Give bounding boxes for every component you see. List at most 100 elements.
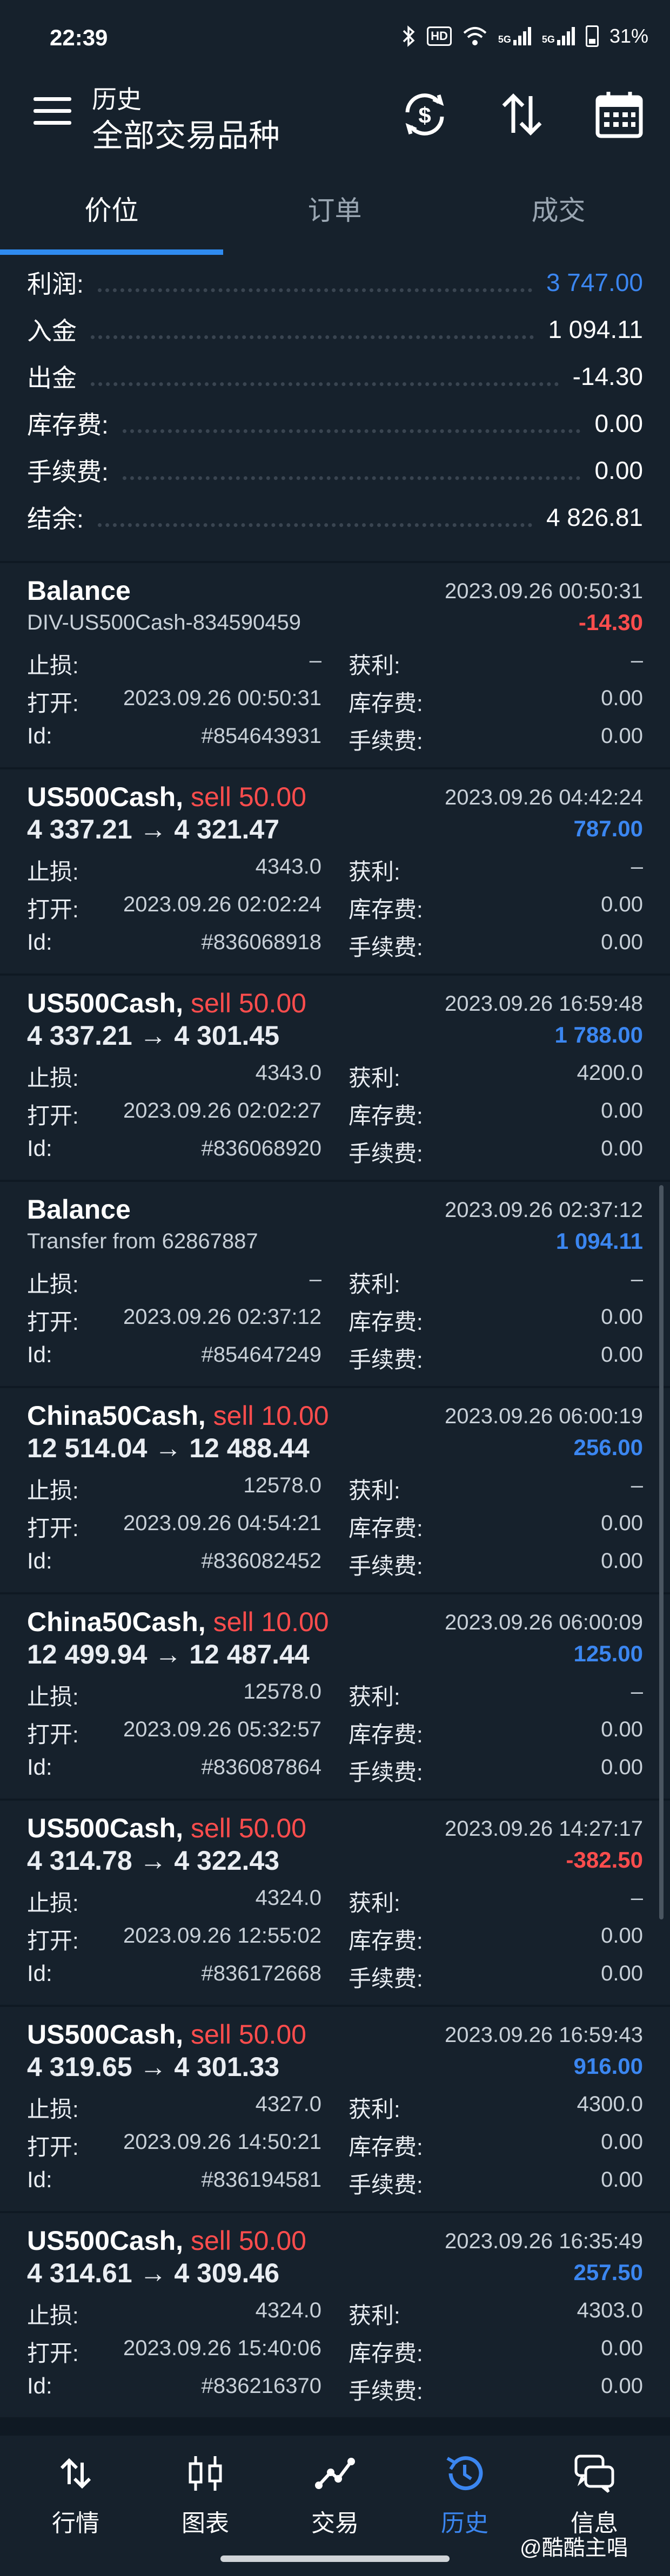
value-tp: 4300.0 xyxy=(577,2092,643,2116)
value-fee: 0.00 xyxy=(601,1755,643,1779)
deal-card[interactable]: Balance Transfer from 62867887 2023.09.26 … xyxy=(0,1182,670,1386)
status-time: 22:39 xyxy=(50,25,108,50)
label-sl: 止损: xyxy=(27,1272,79,1297)
nav-chart[interactable]: 图表 xyxy=(138,2436,272,2576)
nav-history[interactable]: 历史 xyxy=(398,2436,532,2576)
label-fee: 手续费: xyxy=(349,2378,423,2404)
label-swap: 库存费: xyxy=(349,2341,423,2366)
deal-profit: 125.00 xyxy=(573,1641,643,1666)
deal-card[interactable]: Balance DIV-US500Cash-834590459 2023.09.26… xyxy=(0,563,670,767)
label-fee: 手续费: xyxy=(349,728,423,754)
symbol-name: US500Cash, xyxy=(27,2226,184,2256)
value-id: #836216370 xyxy=(201,2374,321,2398)
deal-side: sell 50.00 xyxy=(190,1813,306,1843)
tab-positions[interactable]: 价位 xyxy=(0,159,223,258)
status-bar: 22:39 HD 5G 5G 31% xyxy=(0,0,670,76)
deal-card[interactable]: US500Cash, sell 50.00 4 314.78 → 4 322.43… xyxy=(0,1801,670,2005)
deal-time: 2023.09.26 06:00:19 xyxy=(444,1404,643,1428)
deal-side: sell 10.00 xyxy=(213,1401,329,1431)
label-swap: 库存费: xyxy=(349,1722,423,1747)
deal-time: 2023.09.26 02:37:12 xyxy=(444,1198,643,1222)
value-swap: 0.00 xyxy=(601,2130,643,2154)
label-id: Id: xyxy=(27,1754,52,1780)
calendar-icon[interactable] xyxy=(592,87,646,141)
summary-value: -14.30 xyxy=(572,362,643,390)
deal-card[interactable]: US500Cash, sell 50.00 4 314.61 → 4 309.46… xyxy=(0,2213,670,2417)
label-open: 打开: xyxy=(27,2134,79,2160)
nav-label-chart: 图表 xyxy=(182,2510,229,2537)
summary-label: 结余: xyxy=(27,505,84,533)
deal-profit: 256.00 xyxy=(573,1435,643,1460)
label-sl: 止损: xyxy=(27,859,79,884)
deal-side: sell 50.00 xyxy=(190,2019,306,2050)
network-type-label-2: 5G xyxy=(541,34,555,45)
deal-symbol: China50Cash, sell 10.00 xyxy=(27,1400,329,1431)
chart-icon xyxy=(189,2456,222,2491)
label-open: 打开: xyxy=(27,2341,79,2366)
currency-sync-icon[interactable]: $ xyxy=(398,87,452,141)
symbol-name: US500Cash, xyxy=(27,782,184,812)
label-swap: 库存费: xyxy=(349,691,423,716)
active-tab-indicator xyxy=(0,249,223,255)
value-open: 2023.09.26 02:02:27 xyxy=(123,1099,321,1123)
label-swap: 库存费: xyxy=(349,2134,423,2160)
value-swap: 0.00 xyxy=(601,1511,643,1535)
deal-card[interactable]: US500Cash, sell 50.00 4 319.65 → 4 301.33… xyxy=(0,2007,670,2211)
messages-icon xyxy=(574,2455,614,2493)
nav-trade[interactable]: 交易 xyxy=(268,2436,402,2576)
deal-time: 2023.09.26 00:50:31 xyxy=(444,579,643,603)
deal-side: sell 50.00 xyxy=(190,988,306,1018)
value-swap: 0.00 xyxy=(601,893,643,916)
summary-panel: 利润: 3 747.00 入金 1 094.11 出金 -14.30 库存费: 0.00 手续费… xyxy=(0,258,670,561)
bluetooth-icon xyxy=(403,25,415,47)
hd-badge: HD xyxy=(427,26,452,46)
label-sl: 止损: xyxy=(27,2303,79,2328)
symbol-name: Balance xyxy=(27,1194,131,1225)
signal-icon: 5G xyxy=(498,27,531,45)
home-indicator[interactable] xyxy=(220,2555,450,2562)
value-tp: 4200.0 xyxy=(577,1061,643,1085)
value-open: 2023.09.26 02:37:12 xyxy=(123,1305,321,1329)
summary-label: 手续费: xyxy=(27,458,109,486)
value-fee: 0.00 xyxy=(601,1343,643,1367)
summary-row: 结余: 4 826.81 xyxy=(27,496,643,539)
deal-card[interactable]: China50Cash, sell 10.00 12 499.94 → 12 48… xyxy=(0,1594,670,1799)
menu-icon[interactable] xyxy=(34,97,71,130)
scrollbar[interactable] xyxy=(659,1185,664,1919)
deal-card[interactable]: US500Cash, sell 50.00 4 337.21 → 4 301.45… xyxy=(0,976,670,1180)
label-sl: 止损: xyxy=(27,1065,79,1091)
label-swap: 库存费: xyxy=(349,1516,423,1541)
label-sl: 止损: xyxy=(27,1478,79,1503)
deal-symbol: Balance xyxy=(27,575,131,606)
symbol-filter[interactable]: 全部交易品种 xyxy=(92,110,280,155)
value-fee: 0.00 xyxy=(601,930,643,954)
summary-row: 出金 -14.30 xyxy=(27,355,643,398)
label-fee: 手续费: xyxy=(349,1347,423,1372)
symbol-name: Balance xyxy=(27,576,131,606)
deal-time: 2023.09.26 16:59:48 xyxy=(444,992,643,1016)
symbol-name: US500Cash, xyxy=(27,1813,184,1843)
deal-time: 2023.09.26 14:27:17 xyxy=(444,1817,643,1841)
deal-card[interactable]: US500Cash, sell 50.00 4 337.21 → 4 321.47… xyxy=(0,769,670,973)
summary-value: 0.00 xyxy=(594,409,643,437)
deal-prices: 4 314.61 → 4 309.46 xyxy=(27,2258,280,2288)
tab-deals[interactable]: 成交 xyxy=(447,159,670,258)
deal-side: sell 10.00 xyxy=(213,1607,329,1637)
nav-quotes[interactable]: 行情 xyxy=(9,2436,143,2576)
deal-card[interactable]: China50Cash, sell 10.00 12 514.04 → 12 48… xyxy=(0,1388,670,1592)
summary-row: 库存费: 0.00 xyxy=(27,402,643,445)
deal-profit: 1 094.11 xyxy=(555,1228,643,1254)
label-open: 打开: xyxy=(27,897,79,922)
tab-orders[interactable]: 订单 xyxy=(223,159,446,258)
value-id: #836172668 xyxy=(201,1962,321,1985)
label-swap: 库存费: xyxy=(349,897,423,922)
value-id: #836087864 xyxy=(201,1755,321,1779)
summary-label: 利润: xyxy=(27,270,84,298)
label-tp: 获利: xyxy=(349,859,400,884)
dotted-leader xyxy=(122,429,581,433)
value-swap: 0.00 xyxy=(601,2336,643,2360)
label-id: Id: xyxy=(27,1960,52,1986)
label-id: Id: xyxy=(27,1342,52,1367)
sort-icon[interactable] xyxy=(495,87,549,141)
label-tp: 获利: xyxy=(349,2303,400,2328)
